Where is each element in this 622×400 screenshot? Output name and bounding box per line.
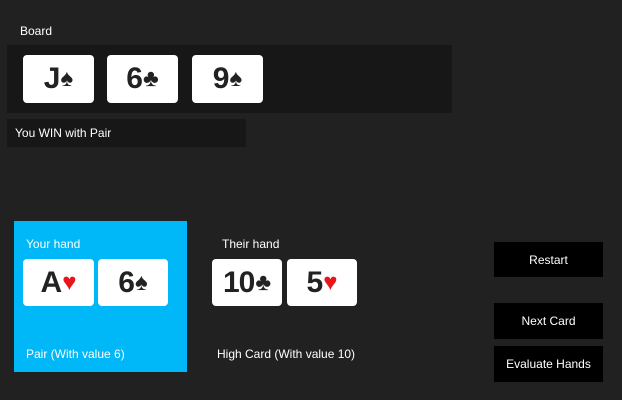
spade-icon: ♠ <box>60 65 74 92</box>
your-hand-description: Pair (With value 6) <box>26 347 125 361</box>
heart-icon: ♥ <box>323 268 338 296</box>
card-rank: 10 <box>222 265 255 299</box>
their-card-1: 10 ♣ <box>212 259 282 306</box>
their-hand-label: Their hand <box>222 237 280 251</box>
poker-app: Board J ♠ 6 ♣ 9 ♠ You WIN with Pair Your ha… <box>0 0 622 400</box>
their-hand-description: High Card (With value 10) <box>217 347 356 361</box>
card-rank: A <box>40 265 63 299</box>
your-card-1: A ♥ <box>23 259 94 306</box>
spade-icon: ♠ <box>229 65 243 92</box>
your-card-2: 6 ♠ <box>98 259 168 306</box>
card-rank: 6 <box>118 265 135 299</box>
board-card-3: 9 ♠ <box>192 55 263 103</box>
next-card-button[interactable]: Next Card <box>494 303 603 339</box>
club-icon: ♣ <box>255 268 272 296</box>
result-message: You WIN with Pair <box>7 119 246 147</box>
your-hand-label: Your hand <box>26 237 81 251</box>
board-label: Board <box>20 24 53 38</box>
card-rank: 9 <box>212 62 230 95</box>
heart-icon: ♥ <box>62 268 77 296</box>
club-icon: ♣ <box>142 65 159 92</box>
card-rank: J <box>43 62 61 95</box>
restart-button[interactable]: Restart <box>494 242 603 277</box>
board-card-1: J ♠ <box>23 55 94 103</box>
board-card-2: 6 ♣ <box>107 55 178 103</box>
their-card-2: 5 ♥ <box>287 259 357 306</box>
evaluate-hands-button[interactable]: Evaluate Hands <box>494 346 603 382</box>
spade-icon: ♠ <box>134 268 148 296</box>
card-rank: 5 <box>306 265 324 299</box>
card-rank: 6 <box>126 62 143 95</box>
